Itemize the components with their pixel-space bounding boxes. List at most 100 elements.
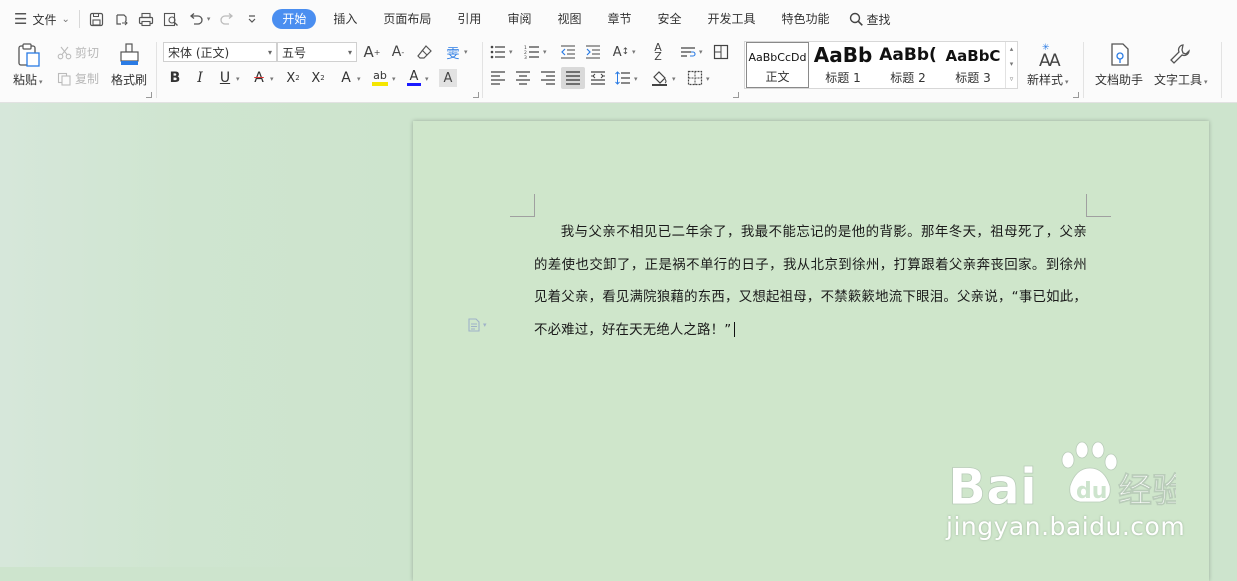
print-preview-icon[interactable] <box>163 11 180 28</box>
shrink-font-icon[interactable]: A- <box>389 43 407 61</box>
format-painter-label[interactable]: 格式刷 <box>111 71 147 88</box>
svg-text:3: 3 <box>524 55 527 59</box>
export-icon[interactable] <box>113 11 130 28</box>
undo-icon[interactable] <box>188 11 205 28</box>
chevron-down-icon[interactable]: ▾ <box>632 48 636 56</box>
eraser-icon[interactable] <box>416 43 434 61</box>
chevron-down-icon[interactable]: ▾ <box>672 75 676 83</box>
highlight-icon[interactable]: ab <box>371 69 389 87</box>
chevron-down-icon[interactable]: ▾ <box>706 75 710 83</box>
chevron-down-icon[interactable]: ▾ <box>509 48 513 56</box>
style-heading-2[interactable]: AaBb( 标题 2 <box>876 42 940 88</box>
italic-icon[interactable]: I <box>191 69 209 87</box>
chevron-down-icon: ▾ <box>267 48 272 57</box>
chevron-down-icon[interactable]: ▾ <box>270 75 274 83</box>
tab-review[interactable]: 审阅 <box>494 9 544 29</box>
bold-icon[interactable]: B <box>166 69 184 87</box>
font-name-value: 宋体 (正文) <box>168 46 230 60</box>
subscript-icon[interactable]: X2 <box>309 69 327 87</box>
phonetic-guide-icon[interactable]: 雯 <box>444 43 462 62</box>
sort-icon[interactable]: AZ <box>649 42 667 62</box>
style-normal[interactable]: AaBbCcDd 正文 <box>746 42 809 88</box>
tab-references[interactable]: 引用 <box>444 9 494 29</box>
superscript-icon[interactable]: X2 <box>284 69 302 87</box>
divider <box>1221 42 1222 98</box>
line-spacing-icon[interactable] <box>614 69 632 87</box>
underline-icon[interactable]: U <box>216 69 234 87</box>
borders-icon[interactable] <box>686 69 704 87</box>
search-button[interactable]: 查找 <box>849 11 891 28</box>
body-paragraph[interactable]: 我与父亲不相见已二年余了，我最不能忘记的是他的背影。那年冬天，祖母死了，父亲的差… <box>534 217 1087 347</box>
text-tools-label: 文字工具 <box>1154 73 1203 87</box>
file-menu[interactable]: ☰ 文件 ⌄ <box>14 6 70 32</box>
chevron-down-icon[interactable]: ▾ <box>634 75 638 83</box>
chevron-down-icon[interactable]: ▾ <box>392 75 396 83</box>
group-launcher-icon[interactable] <box>733 92 739 98</box>
character-shading-icon[interactable]: A <box>439 69 457 87</box>
tab-special-features[interactable]: 特色功能 <box>769 9 843 29</box>
chevron-down-icon[interactable]: ▾ <box>357 75 361 83</box>
group-launcher-icon[interactable] <box>1073 92 1079 98</box>
quick-access-toolbar: ▾ <box>88 11 269 28</box>
chevron-down-icon[interactable]: ▾ <box>543 48 547 56</box>
style-sample: AaBb <box>813 43 873 67</box>
tab-page-layout[interactable]: 页面布局 <box>370 9 444 29</box>
style-heading-1[interactable]: AaBb 标题 1 <box>811 42 875 88</box>
chevron-down-icon[interactable]: ▾ <box>236 75 240 83</box>
format-painter-icon[interactable] <box>118 42 142 68</box>
tab-view[interactable]: 视图 <box>544 9 594 29</box>
group-launcher-icon[interactable] <box>146 92 152 98</box>
paragraph-text: 我与父亲不相见已二年余了，我最不能忘记的是他的背影。那年冬天，祖母死了，父亲的差… <box>534 225 1087 338</box>
copy-label: 复制 <box>75 72 100 86</box>
strikethrough-icon[interactable]: A <box>250 69 268 87</box>
align-center-icon[interactable] <box>514 69 532 87</box>
doc-assistant-icon[interactable] <box>1108 42 1132 68</box>
divider <box>78 10 80 28</box>
divider <box>482 42 483 98</box>
watermark-url: jingyan.baidu.com <box>946 512 1186 541</box>
style-sample: AaBbCcDd <box>748 51 807 64</box>
increase-indent-icon[interactable] <box>584 43 602 61</box>
tab-section[interactable]: 章节 <box>594 9 644 29</box>
bullets-icon[interactable] <box>489 43 507 61</box>
shading-icon[interactable] <box>651 69 669 87</box>
styles-scroll[interactable]: ▴ ▾ ▿ <box>1005 42 1017 88</box>
distributed-align-icon[interactable] <box>589 69 607 87</box>
text-box-icon[interactable] <box>712 43 730 61</box>
customize-toolbar-icon[interactable] <box>243 11 260 28</box>
font-name-combo[interactable]: 宋体 (正文) ▾ <box>163 42 277 62</box>
grow-font-icon[interactable]: A + <box>363 43 381 61</box>
chevron-down-icon[interactable]: ▾ <box>699 48 703 56</box>
paste-icon[interactable] <box>16 42 42 68</box>
paragraph-layout-button[interactable]: ▾ <box>467 318 487 332</box>
font-size-combo[interactable]: 五号 ▾ <box>277 42 357 62</box>
change-case-icon[interactable]: A ↕ <box>612 43 630 61</box>
align-left-icon[interactable] <box>489 69 507 87</box>
search-label: 查找 <box>866 12 891 27</box>
save-icon[interactable] <box>88 11 105 28</box>
wrench-icon[interactable] <box>1168 42 1192 68</box>
decrease-indent-icon[interactable] <box>559 43 577 61</box>
chevron-down-icon[interactable]: ▾ <box>464 48 468 56</box>
tab-security[interactable]: 安全 <box>644 9 694 29</box>
tab-developer[interactable]: 开发工具 <box>695 9 769 29</box>
text-tools-button[interactable]: 文字工具 ▾ <box>1154 71 1208 88</box>
font-color-icon[interactable]: A <box>405 69 423 87</box>
style-heading-3[interactable]: AaBbC 标题 3 <box>941 42 1005 88</box>
text-effect-icon[interactable]: A <box>337 69 355 87</box>
tab-insert[interactable]: 插入 <box>320 9 370 29</box>
new-style-icon[interactable]: ✳ A A <box>1036 42 1064 71</box>
new-style-button[interactable]: 新样式 ▾ <box>1027 71 1069 88</box>
tab-home[interactable]: 开始 <box>272 9 317 29</box>
paste-button[interactable]: 粘贴 ▾ <box>13 71 43 88</box>
undo-dropdown-icon[interactable]: ▾ <box>207 15 211 23</box>
group-launcher-icon[interactable] <box>473 92 479 98</box>
print-icon[interactable] <box>138 11 155 28</box>
justify-icon[interactable] <box>561 67 585 89</box>
chevron-down-icon[interactable]: ▾ <box>425 75 429 83</box>
align-right-icon[interactable] <box>539 69 557 87</box>
line-break-icon[interactable] <box>679 43 697 61</box>
doc-assistant-label[interactable]: 文档助手 <box>1095 71 1143 88</box>
numbering-icon[interactable]: 123 <box>523 43 541 61</box>
style-name: 标题 2 <box>890 71 926 85</box>
